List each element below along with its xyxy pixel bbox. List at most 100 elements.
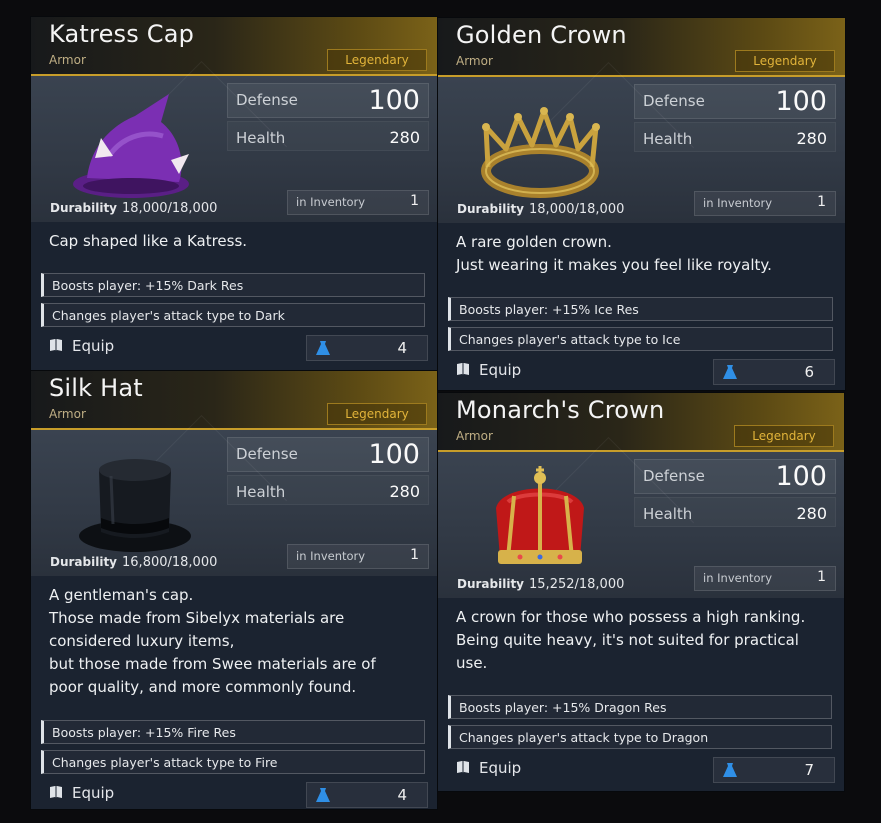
description-line: A rare golden crown. [456, 233, 612, 251]
health-value: 280 [796, 504, 827, 523]
health-label: Health [236, 483, 286, 501]
monarchs-crown-image [496, 466, 584, 564]
weight-bag-icon [316, 788, 330, 802]
boost-effect: Changes player's attack type to Ice [448, 327, 833, 351]
weight-indicator: 4 [306, 335, 428, 361]
boost-effect: Changes player's attack type to Fire [41, 750, 425, 774]
inventory-count: in Inventory 1 [287, 190, 429, 215]
inventory-count: in Inventory 1 [287, 544, 429, 569]
boost-effect: Boosts player: +15% Dark Res [41, 273, 425, 297]
durability-value: 15,252/18,000 [529, 577, 625, 592]
item-card-katress-cap: Katress Cap Armor Legendary Defense 100 … [31, 17, 437, 372]
rarity-badge: Legendary [735, 50, 835, 72]
inventory-value: 1 [410, 193, 419, 209]
inventory-value: 1 [817, 569, 826, 585]
durability: Durability 16,800/18,000 [50, 555, 217, 570]
equip-button[interactable]: Equip [456, 759, 521, 777]
weight-bag-icon [723, 365, 737, 379]
boost-effect: Changes player's attack type to Dragon [448, 725, 832, 749]
inventory-count: in Inventory 1 [694, 566, 836, 591]
durability: Durability 18,000/18,000 [50, 201, 217, 216]
durability-value: 16,800/18,000 [122, 555, 218, 570]
equip-button[interactable]: Equip [456, 361, 521, 379]
defense-value: 100 [368, 439, 420, 470]
defense-label: Defense [643, 467, 705, 485]
durability-value: 18,000/18,000 [122, 201, 218, 216]
item-stats-panel: Defense 100 Health 280 Durability 18,000/… [438, 77, 845, 223]
equip-label: Equip [72, 784, 115, 802]
item-name: Silk Hat [49, 374, 143, 402]
health-stat: Health 280 [634, 497, 836, 527]
book-icon [457, 761, 469, 773]
defense-stat: Defense 100 [634, 84, 836, 119]
defense-value: 100 [775, 86, 827, 117]
item-card-silk-hat: Silk Hat Armor Legendary Defense 100 Hea… [31, 371, 437, 809]
health-label: Health [643, 130, 693, 148]
item-type: Armor [49, 407, 86, 421]
inventory-label: in Inventory [703, 571, 773, 585]
description-line: Just wearing it makes you feel like roya… [456, 256, 772, 274]
inventory-label: in Inventory [296, 195, 366, 209]
item-description: A gentleman's cap. Those made from Sibel… [49, 584, 423, 699]
item-type: Armor [456, 429, 493, 443]
health-stat: Health 280 [634, 122, 836, 152]
item-description: A rare golden crown. Just wearing it mak… [456, 231, 831, 277]
durability-value: 18,000/18,000 [529, 202, 625, 217]
durability-label: Durability [457, 202, 525, 216]
card-header: Silk Hat Armor Legendary [31, 371, 437, 430]
health-stat: Health 280 [227, 475, 429, 505]
weight-value: 7 [804, 761, 814, 779]
weight-value: 4 [397, 786, 407, 804]
defense-label: Defense [643, 92, 705, 110]
silk-hat-image [79, 459, 191, 552]
item-card-golden-crown: Golden Crown Armor Legendary Defense 100… [438, 18, 845, 390]
boost-effect: Changes player's attack type to Dark [41, 303, 425, 327]
weight-bag-icon [316, 341, 330, 355]
description-line: A crown for those who possess a high ran… [456, 608, 806, 626]
inventory-value: 1 [817, 194, 826, 210]
book-icon [457, 363, 469, 375]
equip-button[interactable]: Equip [49, 337, 114, 355]
card-header: Golden Crown Armor Legendary [438, 18, 845, 77]
inventory-count: in Inventory 1 [694, 191, 836, 216]
equip-label: Equip [479, 361, 522, 379]
golden-crown-image [481, 107, 600, 198]
health-value: 280 [796, 129, 827, 148]
boost-effect: Boosts player: +15% Ice Res [448, 297, 833, 321]
card-header: Katress Cap Armor Legendary [31, 17, 437, 76]
defense-stat: Defense 100 [634, 459, 836, 494]
item-type: Armor [49, 53, 86, 67]
defense-label: Defense [236, 445, 298, 463]
health-value: 280 [389, 128, 420, 147]
description-line: use. [456, 654, 488, 672]
defense-stat: Defense 100 [227, 83, 429, 118]
item-name: Katress Cap [49, 20, 195, 48]
durability-label: Durability [457, 577, 525, 591]
defense-value: 100 [775, 461, 827, 492]
health-value: 280 [389, 482, 420, 501]
equip-button[interactable]: Equip [49, 784, 114, 802]
weight-indicator: 6 [713, 359, 835, 385]
book-icon [50, 339, 62, 351]
inventory-label: in Inventory [296, 549, 366, 563]
item-name: Golden Crown [456, 21, 627, 49]
item-stats-panel: Defense 100 Health 280 Durability 15,252/… [438, 452, 844, 598]
weight-indicator: 4 [306, 782, 428, 808]
inventory-label: in Inventory [703, 196, 773, 210]
description-line: but those made from Swee materials are o… [49, 655, 376, 673]
durability-label: Durability [50, 555, 118, 569]
description-line: Cap shaped like a Katress. [49, 232, 248, 250]
weight-bag-icon [723, 763, 737, 777]
description-line: considered luxury items, [49, 632, 235, 650]
description-line: Those made from Sibelyx materials are [49, 609, 345, 627]
item-description: Cap shaped like a Katress. [49, 230, 423, 253]
durability: Durability 18,000/18,000 [457, 202, 624, 217]
description-line: poor quality, and more commonly found. [49, 678, 357, 696]
rarity-badge: Legendary [734, 425, 834, 447]
durability: Durability 15,252/18,000 [457, 577, 624, 592]
rarity-badge: Legendary [327, 403, 427, 425]
item-name: Monarch's Crown [456, 396, 665, 424]
katress-cap-image [73, 94, 189, 198]
item-stats-panel: Defense 100 Health 280 Durability 18,000/… [31, 76, 437, 222]
description-line: Being quite heavy, it's not suited for p… [456, 631, 799, 649]
